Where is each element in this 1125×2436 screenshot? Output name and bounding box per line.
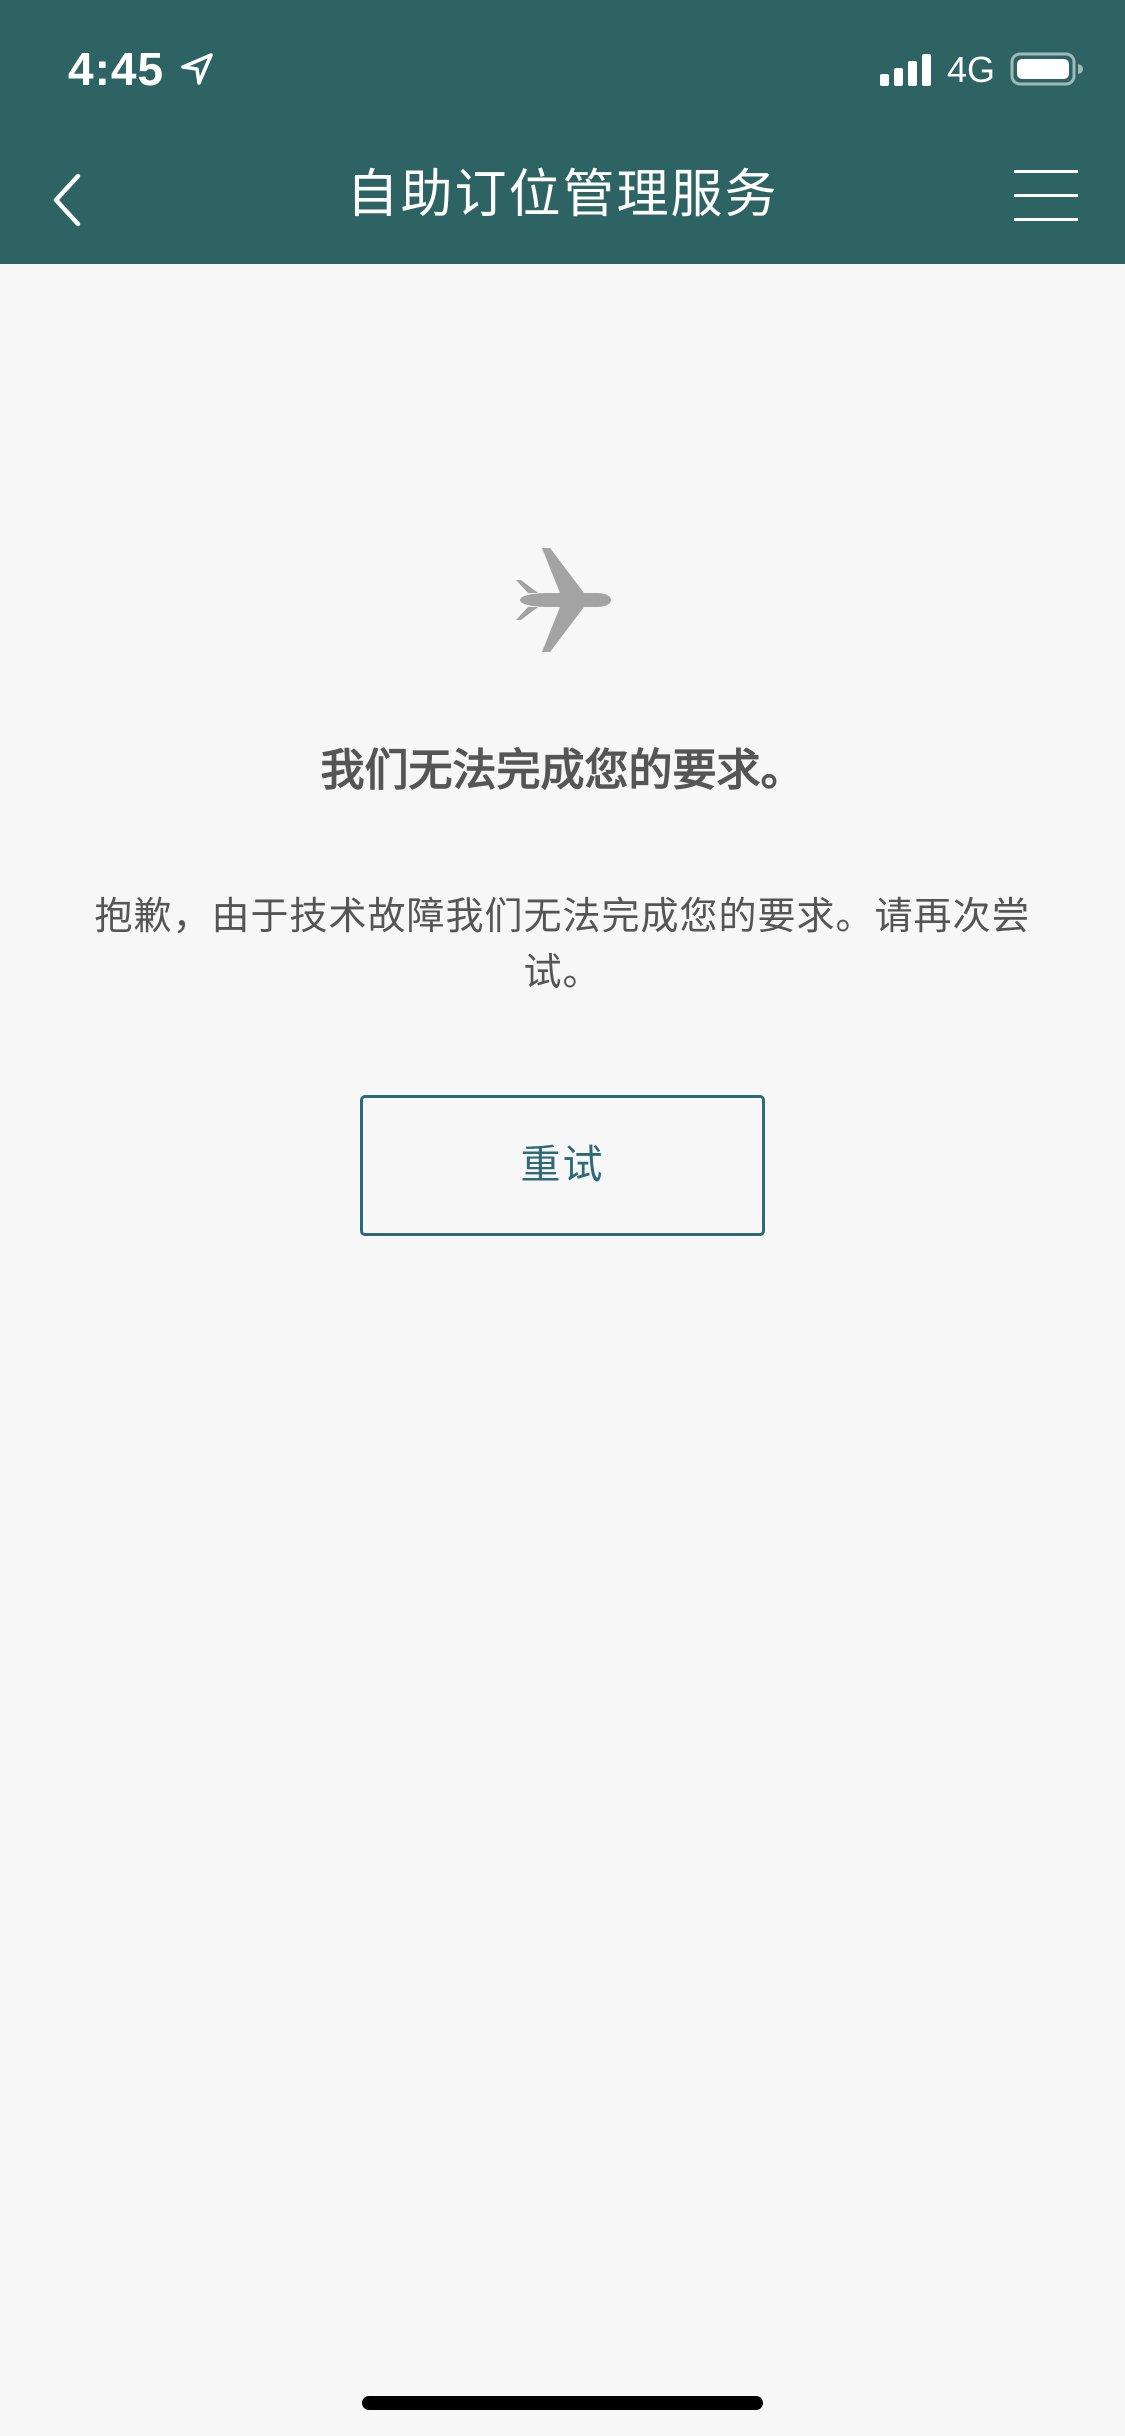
menu-line-middle <box>1014 194 1078 197</box>
chevron-left-icon <box>53 173 81 227</box>
signal-bars-icon <box>880 54 931 86</box>
status-time: 4:45 <box>68 43 165 95</box>
retry-button[interactable]: 重试 <box>360 1095 765 1236</box>
menu-button[interactable] <box>1006 165 1082 225</box>
location-arrow-icon <box>181 53 213 85</box>
app-screen: 4:45 4G 自助订位管理服务 我们无法完成您的要求。 抱歉，由于技术故障我们… <box>0 0 1125 2436</box>
menu-line-bottom <box>1014 218 1078 221</box>
error-title: 我们无法完成您的要求。 <box>320 745 805 796</box>
error-message: 抱歉，由于技术故障我们无法完成您的要求。请再次尝试。 <box>94 894 1031 994</box>
airplane-icon <box>516 548 611 652</box>
app-header: 4:45 4G 自助订位管理服务 <box>0 0 1125 264</box>
battery-icon <box>1010 52 1083 86</box>
network-type-label: 4G <box>947 49 996 90</box>
back-button[interactable] <box>34 160 104 240</box>
menu-line-top <box>1014 170 1078 173</box>
home-indicator[interactable] <box>362 2396 763 2410</box>
page-title: 自助订位管理服务 <box>346 165 779 225</box>
